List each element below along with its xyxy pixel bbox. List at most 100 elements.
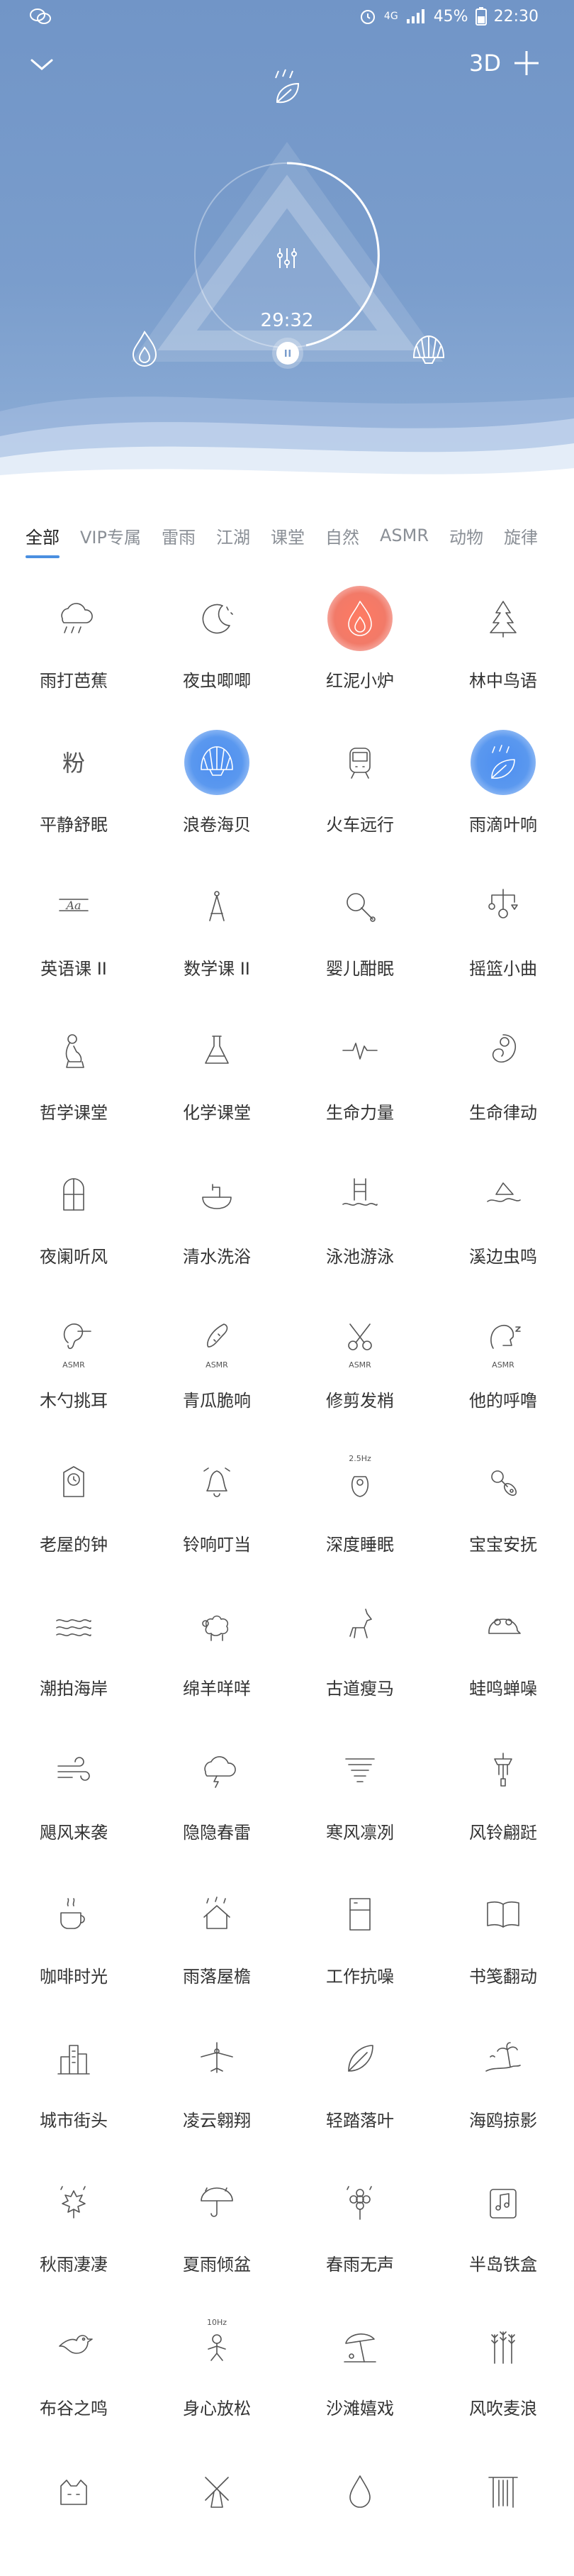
sound-label: 身心放松 [183, 2399, 251, 2419]
sound-item[interactable]: 寒风凛冽 [288, 1712, 432, 1856]
pause-icon [285, 350, 291, 357]
sound-item[interactable]: 秋雨凄凄 [2, 2144, 145, 2288]
sound-item[interactable]: 老屋的钟 [2, 1424, 145, 1568]
sound-item[interactable]: 溪边虫鸣 [432, 1136, 574, 1280]
sound-label: 数学课 II [184, 959, 250, 979]
sound-item[interactable]: Aa 英语课 II [2, 848, 145, 992]
sound-item[interactable]: 摇篮小曲 [432, 848, 574, 992]
sound-label: 潮拍海岸 [40, 1679, 108, 1699]
sound-item[interactable]: 婴儿酣眠 [288, 848, 432, 992]
sound-item[interactable]: 清水洗浴 [145, 1136, 288, 1280]
flame-icon[interactable] [129, 329, 160, 369]
thunder-cloud-icon [184, 1738, 249, 1803]
sound-item[interactable]: 2.5Hz 深度睡眠 [288, 1424, 432, 1568]
sound-item[interactable]: 粉平静舒眠 [2, 704, 145, 848]
sound-item[interactable]: 生命律动 [432, 992, 574, 1136]
sound-item[interactable] [145, 2432, 288, 2576]
sound-item[interactable]: 红泥小炉 [288, 560, 432, 704]
sound-item[interactable]: 咖啡时光 [2, 1856, 145, 2000]
pacifier-icon [471, 1450, 536, 1515]
sound-item[interactable]: 铃响叮当 [145, 1424, 288, 1568]
sound-item[interactable] [288, 2432, 432, 2576]
sound-item[interactable]: 风铃翩跹 [432, 1712, 574, 1856]
sound-item[interactable]: ASMR 青瓜脆响 [145, 1280, 288, 1424]
sound-label: 绵羊咩咩 [183, 1679, 251, 1699]
sound-item[interactable] [2, 2432, 145, 2576]
sound-item[interactable]: 城市街头 [2, 2000, 145, 2144]
house-rain-icon [184, 1882, 249, 1947]
icon-caption: 10Hz [206, 2318, 227, 2327]
sound-item[interactable]: 雨落屋檐 [145, 1856, 288, 2000]
network-label: 4G [383, 11, 398, 22]
sound-item[interactable]: 绵羊咩咩 [145, 1568, 288, 1712]
sound-item[interactable]: 隐隐春雷 [145, 1712, 288, 1856]
fetus-icon [471, 1018, 536, 1083]
sound-label: 生命力量 [326, 1103, 394, 1123]
pine-tree-icon [471, 586, 536, 651]
sound-item[interactable]: 半岛铁盒 [432, 2144, 574, 2288]
sound-item[interactable]: 哲学课堂 [2, 992, 145, 1136]
3d-mode-button[interactable]: 3D [469, 50, 501, 77]
shell-icon[interactable] [410, 333, 448, 367]
sound-label: 林中鸟语 [469, 671, 537, 691]
sound-item[interactable]: 轻踏落叶 [288, 2000, 432, 2144]
tab-6[interactable]: ASMR [380, 520, 429, 551]
collapse-chevron-icon[interactable] [30, 57, 54, 72]
battery-icon [475, 7, 487, 26]
icon-caption: ASMR [492, 1360, 514, 1370]
tab-4[interactable]: 课堂 [271, 518, 305, 554]
sound-item[interactable]: 雨打芭蕉 [2, 560, 145, 704]
sound-item[interactable]: 数学课 II [145, 848, 288, 992]
windmill-icon [184, 2458, 249, 2523]
tab-0[interactable]: 全部 [26, 518, 60, 558]
sound-item[interactable]: 书笺翻动 [432, 1856, 574, 2000]
sound-item[interactable]: 化学课堂 [145, 992, 288, 1136]
sound-label: 化学课堂 [183, 1103, 251, 1123]
sound-item[interactable]: 风吹麦浪 [432, 2288, 574, 2432]
sound-item[interactable]: 飓风来袭 [2, 1712, 145, 1856]
sound-item[interactable]: 夜阑听风 [2, 1136, 145, 1280]
sound-item[interactable]: 潮拍海岸 [2, 1568, 145, 1712]
flower-rain-icon [327, 2170, 393, 2235]
sound-item[interactable]: ASMR 他的呼噜 [432, 1280, 574, 1424]
add-icon[interactable] [513, 50, 540, 77]
sound-item[interactable]: 夏雨倾盆 [145, 2144, 288, 2288]
pause-button[interactable] [276, 342, 299, 365]
sound-item[interactable]: 布谷之鸣 [2, 2288, 145, 2432]
sound-item[interactable]: 海鸥掠影 [432, 2000, 574, 2144]
sound-item[interactable]: 泳池游泳 [288, 1136, 432, 1280]
sound-item[interactable]: 蛙鸣蝉噪 [432, 1568, 574, 1712]
sound-item[interactable]: 火车远行 [288, 704, 432, 848]
sound-item[interactable]: 古道瘦马 [288, 1568, 432, 1712]
sound-item[interactable]: 生命力量 [288, 992, 432, 1136]
sound-item[interactable]: 夜虫唧唧 [145, 560, 288, 704]
alarm-icon [360, 10, 375, 24]
sound-item[interactable]: 10Hz 身心放松 [145, 2288, 288, 2432]
sleeping-cat-icon [41, 2458, 106, 2523]
icon-caption: 2.5Hz [349, 1454, 371, 1463]
sheep-icon [184, 1594, 249, 1659]
sound-item[interactable]: 林中鸟语 [432, 560, 574, 704]
tab-7[interactable]: 动物 [449, 518, 483, 554]
sound-item[interactable]: ASMR 木勺挑耳 [2, 1280, 145, 1424]
tab-3[interactable]: 江湖 [216, 518, 250, 554]
tab-8[interactable]: 旋律 [504, 518, 538, 554]
sound-item[interactable]: 春雨无声 [288, 2144, 432, 2288]
sound-item[interactable]: 雨滴叶响 [432, 704, 574, 848]
tab-5[interactable]: 自然 [325, 518, 359, 554]
sound-item[interactable]: 宝宝安抚 [432, 1424, 574, 1568]
sound-item[interactable]: 浪卷海贝 [145, 704, 288, 848]
horse-icon [327, 1594, 393, 1659]
sound-label: 秋雨凄凄 [40, 2255, 108, 2275]
heartbeat-icon [327, 1018, 393, 1083]
flask-icon [184, 1018, 249, 1083]
sound-item[interactable]: ASMR 修剪发梢 [288, 1280, 432, 1424]
tab-1[interactable]: VIP专属 [80, 518, 141, 554]
mobile-toy-icon [471, 874, 536, 939]
sound-item[interactable]: 工作抗噪 [288, 1856, 432, 2000]
sound-item[interactable]: 凌云翱翔 [145, 2000, 288, 2144]
tab-2[interactable]: 雷雨 [162, 518, 196, 554]
sound-item[interactable]: 沙滩嬉戏 [288, 2288, 432, 2432]
coffee-icon [41, 1882, 106, 1947]
sound-item[interactable] [432, 2432, 574, 2576]
